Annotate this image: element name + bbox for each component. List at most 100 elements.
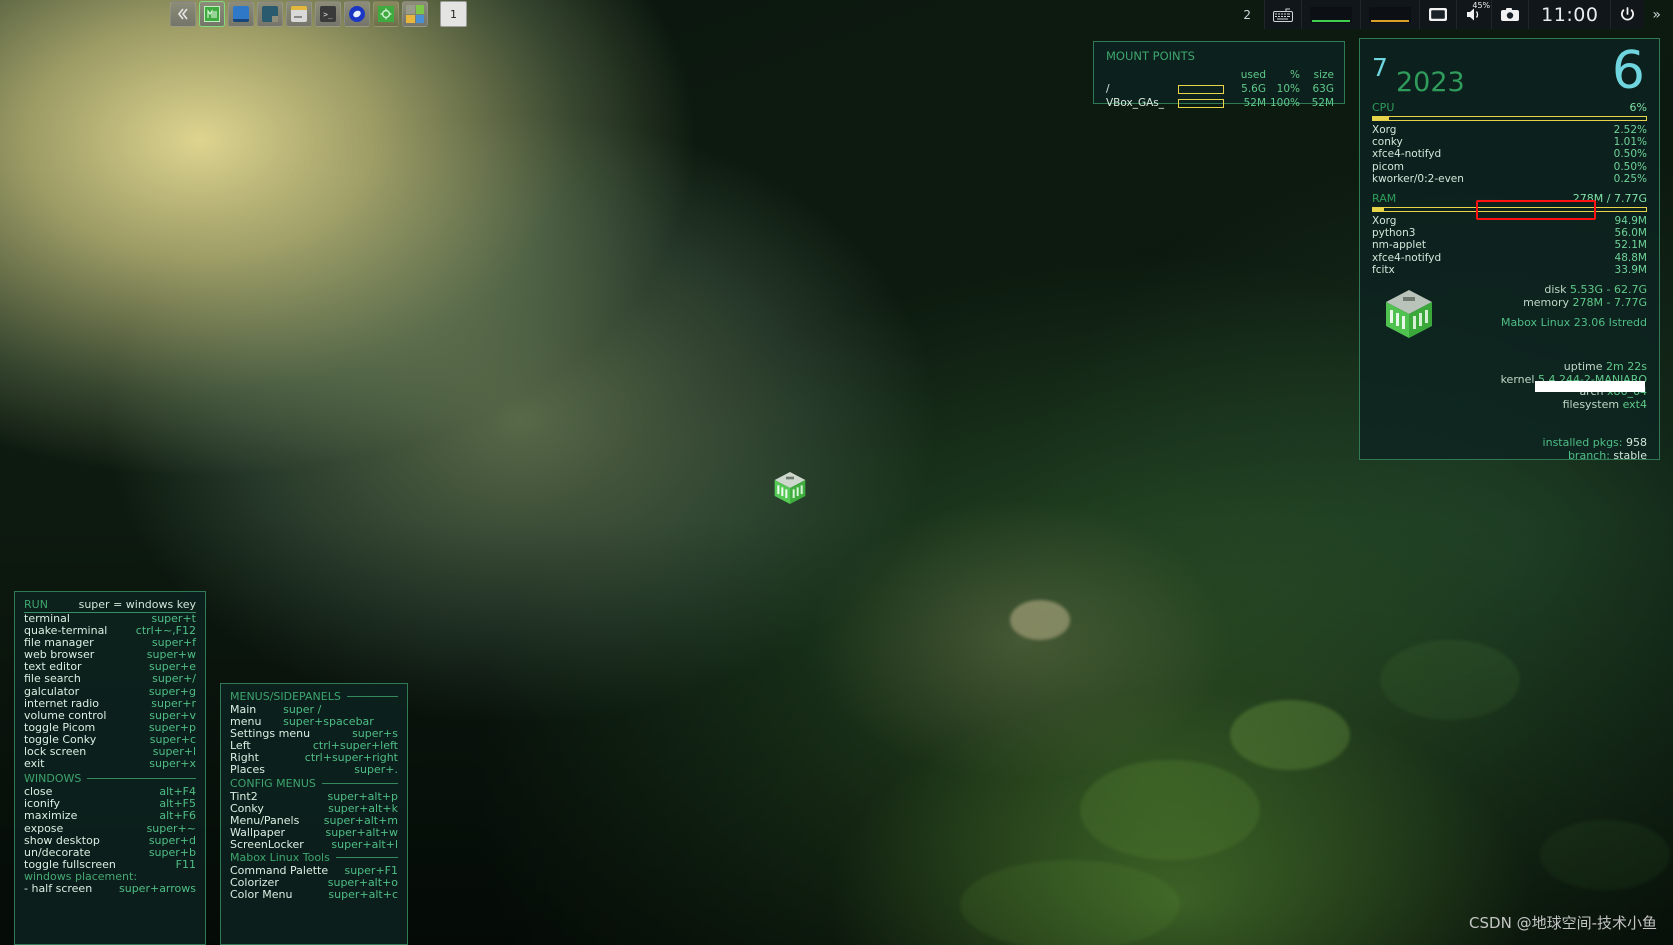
config-title: CONFIG MENUS	[230, 776, 316, 790]
conky-run-shortcuts: RUN super = windows key terminal super+t …	[14, 591, 206, 945]
volume-icon[interactable]: 45%	[1456, 0, 1492, 29]
shortcut-row: Places super+.	[230, 763, 398, 777]
config-header: CONFIG MENUS	[230, 777, 398, 790]
clock[interactable]: 11:00	[1528, 0, 1611, 29]
ram-label: RAM	[1372, 192, 1397, 206]
cpu-label: CPU	[1372, 101, 1395, 114]
mount-row-bar	[1178, 98, 1224, 108]
shortcut-row: file search super+/	[24, 672, 196, 686]
network-graph	[1360, 0, 1420, 29]
desktop-icon-mabox[interactable]	[768, 466, 812, 512]
process-row: Xorg 94.9M	[1372, 215, 1647, 228]
mount-points-table: used % size / 5.6G 10% 63G VBox_GAs_ 52M…	[1106, 69, 1334, 109]
cpu-graph	[1301, 0, 1361, 29]
mabox-cube-logo	[1376, 284, 1442, 347]
windows-title: WINDOWS	[24, 772, 82, 786]
package-info: installed pkgs: 958 branch: stable	[1542, 436, 1647, 462]
shortcut-row: maximize alt+F6	[24, 809, 196, 823]
mount-row-percent: 10%	[1276, 83, 1300, 95]
system-tray: 2 45% 11:00 »	[1230, 0, 1669, 29]
col-used: used	[1240, 69, 1266, 81]
conky-menus-shortcuts: MENUS/SIDEPANELS Main menu super / super+…	[220, 683, 408, 945]
shortcut-row: Color Menu super+alt+c	[230, 888, 398, 902]
process-row: fcitx 33.9M	[1372, 263, 1647, 276]
volume-level: 45%	[1472, 1, 1491, 10]
keyboard-icon[interactable]	[1264, 0, 1302, 29]
mount-points-title: MOUNT POINTS	[1106, 49, 1195, 63]
shortcut-row: internet radio super+r	[24, 696, 196, 710]
mount-row-name: /	[1106, 83, 1110, 95]
cpu-process-list: Xorg 2.52% conky 1.01% xfce4-notifyd 0.50% …	[1360, 124, 1659, 185]
disk-memory-info: disk 5.53G - 62.7G memory 278M - 7.77G M…	[1452, 283, 1647, 347]
tray-overflow-button[interactable]: »	[1644, 0, 1669, 29]
shortcut-row: Main menu super / super+spacebar	[230, 703, 374, 729]
col-percent: %	[1290, 69, 1300, 81]
shortcut-row: Conky super+alt+k	[230, 801, 398, 815]
ram-process-list: Xorg 94.9M python3 56.0M nm-applet 52.1M xf…	[1360, 215, 1659, 276]
process-row: nm-applet 52.1M	[1372, 239, 1647, 252]
camera-icon[interactable]	[1491, 0, 1529, 29]
tools-items: Command Palette super+F1 Colorizer super+a…	[230, 864, 398, 902]
shortcut-row: ScreenLocker super+alt+l	[230, 837, 398, 851]
launcher-file-manager[interactable]	[228, 1, 254, 27]
run-subtitle: super = windows key	[78, 598, 196, 611]
date-day: 7	[1372, 53, 1388, 82]
taskbar-panel: >_ 1 2 45% 11:00 »	[0, 0, 1673, 29]
mount-row-percent: 100%	[1269, 97, 1300, 109]
cpu-value: 6%	[1629, 101, 1647, 114]
process-row: kworker/0:2-even 0.25%	[1372, 172, 1647, 185]
launcher-terminal[interactable]: >_	[315, 1, 341, 27]
launcher-mabox-menu[interactable]	[199, 1, 225, 27]
run-items: terminal super+t quake-terminal ctrl+~,F12…	[24, 612, 196, 771]
conky-system-monitor: 7 2023 6 CPU 6% Xorg 2.52% conky 1.01% xfc…	[1359, 38, 1660, 462]
tools-header: Mabox Linux Tools	[230, 851, 398, 864]
shortcut-row: exit super+x	[24, 757, 196, 771]
run-header: RUN super = windows key	[24, 598, 196, 611]
date-year: 2023	[1396, 67, 1465, 98]
launcher-colors[interactable]	[402, 1, 428, 27]
cpu-meter	[1372, 116, 1647, 121]
shortcut-row: show desktop super+d	[24, 833, 196, 847]
shortcut-row: galculator super+g	[24, 684, 196, 698]
mount-row-name: VBox_GAs_	[1106, 97, 1164, 109]
windows-items: close alt+F4 iconify alt+F5 maximize alt+F6…	[24, 786, 196, 871]
conky-mount-points: MOUNT POINTS used % size / 5.6G 10% 63G …	[1093, 41, 1345, 109]
display-icon[interactable]	[1419, 0, 1457, 29]
windows-header: WINDOWS	[24, 772, 196, 785]
shortcut-row: un/decorate super+b	[24, 845, 196, 859]
process-row: xfce4-notifyd 48.8M	[1372, 251, 1647, 264]
process-row: python3 56.0M	[1372, 227, 1647, 240]
config-items: Tint2 super+alt+p Conky super+alt+k Menu/P…	[230, 789, 398, 851]
tools-title: Mabox Linux Tools	[230, 851, 330, 865]
mount-row-size: 63G	[1312, 83, 1335, 95]
launcher-notes[interactable]	[257, 1, 283, 27]
launcher-web-browser[interactable]	[344, 1, 370, 27]
shortcut-row: - half screen super+arrows	[24, 881, 196, 895]
redacted-field	[1535, 381, 1645, 392]
shortcut-row: Tint2 super+alt+p	[230, 789, 398, 803]
launcher-settings[interactable]	[373, 1, 399, 27]
col-size: size	[1313, 69, 1334, 81]
task-window-1[interactable]: 1	[440, 1, 467, 27]
mount-row-size: 52M	[1311, 97, 1334, 109]
distro-logo-row: disk 5.53G - 62.7G memory 278M - 7.77G M…	[1360, 276, 1659, 347]
shortcut-row: expose super+~	[24, 821, 196, 835]
mount-row-bar	[1178, 84, 1224, 94]
process-row: xfce4-notifyd 0.50%	[1372, 148, 1647, 161]
process-row: picom 0.50%	[1372, 160, 1647, 173]
date-block: 7 2023 6	[1360, 39, 1659, 101]
menus-items: Main menu super / super+spacebar Settings…	[230, 703, 398, 777]
collapse-panel-button[interactable]	[170, 1, 196, 27]
date-month-big: 6	[1611, 41, 1645, 101]
ram-header: RAM 278M / 7.77G	[1360, 192, 1659, 205]
desktop-number[interactable]: 2	[1230, 0, 1264, 29]
process-row: conky 1.01%	[1372, 136, 1647, 149]
run-title: RUN	[24, 598, 48, 611]
ram-meter	[1372, 207, 1647, 213]
power-icon[interactable]	[1610, 0, 1645, 29]
cpu-header: CPU 6%	[1360, 101, 1659, 114]
launcher-archive-manager[interactable]	[286, 1, 312, 27]
menus-title: MENUS/SIDEPANELS	[230, 690, 341, 703]
mount-row-used: 5.6G	[1241, 83, 1266, 95]
distro-name: Mabox Linux 23.06 Istredd	[1500, 316, 1647, 330]
